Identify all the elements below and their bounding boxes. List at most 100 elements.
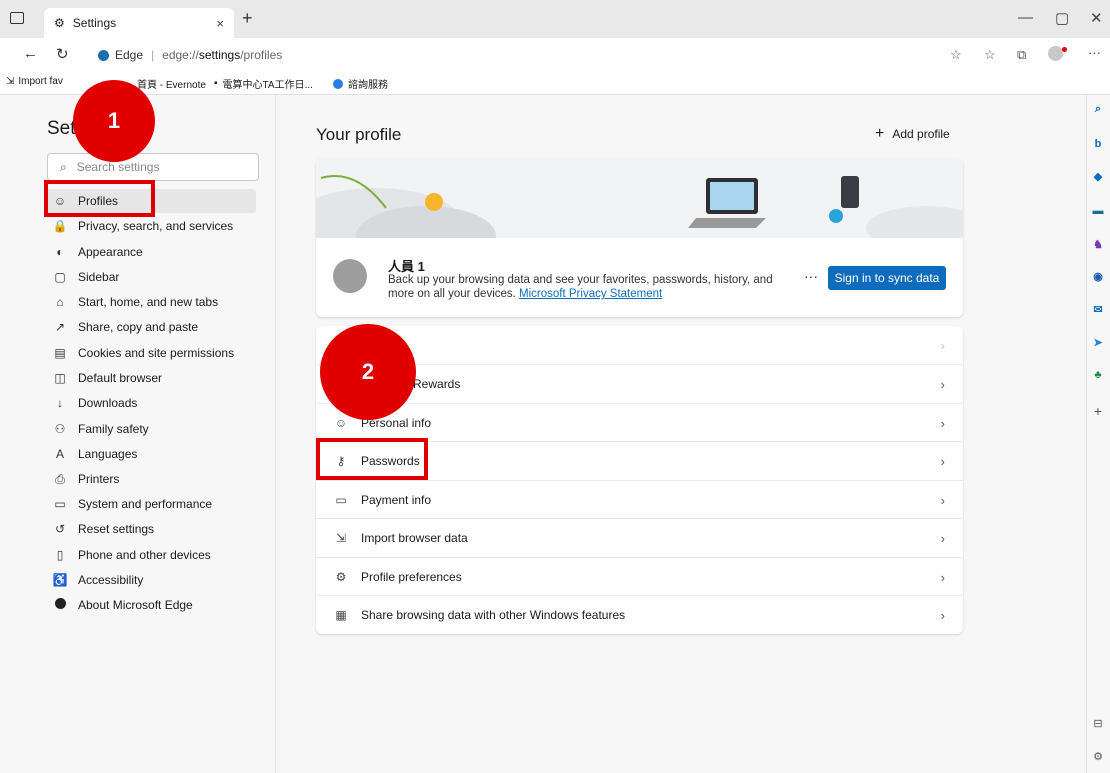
sidebar-item-downloads[interactable]: ↓ Downloads [50, 391, 256, 415]
collections-icon[interactable]: ⧉ [1017, 47, 1026, 63]
tab-title: Settings [72, 16, 117, 30]
shopping-icon[interactable]: ◆ [1090, 170, 1106, 183]
sidebar-item-label: Accessibility [78, 573, 144, 587]
office-icon[interactable]: ◉ [1090, 270, 1106, 283]
favorite-item[interactable]: 首頁 - Evernote [137, 76, 206, 91]
preferences-icon: ⚙ [335, 570, 347, 584]
privacy-statement-link[interactable]: Microsoft Privacy Statement [519, 288, 662, 300]
address-url-plain: edge:// [162, 48, 199, 62]
chevron-right-icon: › [940, 415, 945, 431]
add-profile-label: Add profile [892, 127, 950, 141]
address-bar[interactable]: Edge | edge://settings/profiles [90, 43, 950, 67]
hide-sidebar-icon[interactable]: ⊟ [1090, 717, 1106, 730]
back-icon[interactable]: ← [23, 45, 38, 62]
profile-card: 人員 1 Back up your browsing data and see … [316, 158, 963, 317]
more-options-icon[interactable]: ··· [804, 268, 818, 284]
profile-description: Back up your browsing data and see your … [388, 273, 788, 301]
row-label: Profile preferences [361, 570, 462, 584]
step-badge-2: 2 [320, 324, 416, 420]
sidebar-item-label: Cookies and site permissions [78, 346, 235, 360]
send-icon[interactable]: ➤ [1090, 336, 1106, 349]
highlight-box-profiles [44, 180, 155, 217]
sidebar-item-system[interactable]: ▭ System and performance [50, 492, 256, 516]
list-row-payment-info[interactable]: ▭ Payment info › [316, 480, 963, 519]
sidebar-item-label: Family safety [78, 422, 149, 436]
avatar[interactable] [1048, 46, 1063, 61]
sidebar-item-appearance[interactable]: ◐ Appearance [50, 240, 256, 264]
add-sidebar-app-icon[interactable]: + [1090, 403, 1106, 419]
sidebar-item-languages[interactable]: A Languages [50, 442, 256, 466]
favorites-icon[interactable]: ☆ [984, 47, 996, 63]
sidebar-item-label: Sidebar [78, 270, 120, 284]
row-label: Share browsing data with other Windows f… [361, 608, 626, 622]
edge-icon [50, 598, 70, 612]
more-menu-icon[interactable]: ··· [1088, 45, 1101, 60]
chevron-right-icon: › [940, 530, 945, 546]
minimize-button[interactable]: — [1018, 9, 1033, 26]
system-icon: ▭ [54, 497, 66, 511]
tab-actions-icon[interactable] [10, 12, 24, 24]
sidebar-item-phone[interactable]: ▯ Phone and other devices [50, 543, 256, 567]
add-profile-button[interactable]: + Add profile [875, 125, 950, 143]
plus-icon: + [875, 125, 885, 142]
document-icon: ▪ [214, 78, 218, 89]
address-url-rest: /profiles [240, 48, 283, 62]
page-title: Your profile [316, 125, 402, 144]
settings-icon[interactable]: ⚙ [1090, 750, 1106, 763]
card-icon: ▭ [335, 493, 347, 507]
favorite-item[interactable]: 諮詢服務 [333, 76, 388, 91]
sidebar-item-label: Privacy, search, and services [78, 219, 234, 233]
sidebar-item-family-safety[interactable]: ⚇ Family safety [50, 417, 256, 441]
favorite-label: 電算中心TA工作日... [222, 80, 313, 91]
sidebar-item-label: About Microsoft Edge [78, 598, 193, 612]
chevron-right-icon: › [940, 337, 945, 353]
printer-icon: ⎙ [55, 471, 65, 486]
sidebar-item-default-browser[interactable]: ◫ Default browser [50, 366, 256, 390]
bing-chat-icon[interactable]: b [1090, 138, 1106, 150]
family-icon: ⚇ [54, 422, 66, 436]
sidebar-item-start-home[interactable]: ⌂ Start, home, and new tabs [50, 290, 256, 314]
favorite-item[interactable]: ⇲ Import fav [6, 76, 63, 87]
close-tab-icon[interactable]: × [216, 16, 224, 31]
sidebar-item-label: Languages [78, 447, 138, 461]
add-favorite-icon[interactable]: ☆ [950, 47, 962, 63]
sign-in-label: Sign in to sync data [834, 271, 940, 285]
new-tab-button[interactable]: + [242, 8, 253, 29]
sidebar-item-label: Share, copy and paste [78, 320, 199, 334]
globe-icon [333, 78, 343, 89]
sidebar-item-share-copy[interactable]: ↗ Share, copy and paste [50, 315, 256, 339]
sidebar-item-sidebar[interactable]: ▢ Sidebar [50, 265, 256, 289]
search-icon[interactable]: ⌕ [1090, 103, 1106, 116]
sidebar-item-privacy[interactable]: 🔒 Privacy, search, and services [50, 214, 256, 238]
chevron-right-icon: › [940, 376, 945, 392]
tools-icon[interactable]: ▬ [1090, 205, 1106, 217]
tree-icon[interactable]: ♣ [1090, 369, 1106, 381]
list-row-profile-preferences[interactable]: ⚙ Profile preferences › [316, 557, 963, 596]
home-icon: ⌂ [56, 295, 64, 309]
sidebar-item-accessibility[interactable]: ♿ Accessibility [50, 568, 256, 592]
sidebar-item-label: Downloads [78, 396, 138, 410]
tab-settings[interactable]: ⚙ Settings × [44, 8, 234, 38]
sidebar-item-cookies[interactable]: ▤ Cookies and site permissions [50, 341, 256, 365]
avatar [333, 259, 367, 293]
list-row-windows-share[interactable]: ▦ Share browsing data with other Windows… [316, 595, 963, 634]
refresh-icon[interactable]: ↻ [56, 45, 69, 63]
list-row-personal-info[interactable]: ☺ Personal info › [316, 403, 963, 442]
sidebar-item-about[interactable]: About Microsoft Edge [50, 593, 256, 617]
appearance-icon: ◐ [56, 245, 64, 259]
games-icon[interactable]: ♞ [1090, 238, 1106, 251]
highlight-box-passwords [316, 438, 428, 480]
address-prefix: Edge [115, 48, 144, 62]
sidebar-item-reset[interactable]: ↺ Reset settings [50, 517, 256, 541]
cookies-icon: ▤ [54, 346, 66, 360]
outlook-icon[interactable]: ✉ [1090, 303, 1106, 316]
favorite-item[interactable]: ▪ 電算中心TA工作日... [214, 76, 313, 91]
sign-in-button[interactable]: Sign in to sync data [828, 266, 946, 290]
import-icon: ⇲ [6, 76, 15, 87]
search-input[interactable]: ⌕ Search settings [47, 153, 259, 181]
close-window-button[interactable]: ✕ [1090, 9, 1103, 27]
sidebar-item-printers[interactable]: ⎙ Printers [50, 467, 256, 491]
list-row-import-data[interactable]: ⇲ Import browser data › [316, 518, 963, 557]
chevron-right-icon: › [940, 607, 945, 623]
maximize-button[interactable]: ▢ [1055, 9, 1069, 27]
